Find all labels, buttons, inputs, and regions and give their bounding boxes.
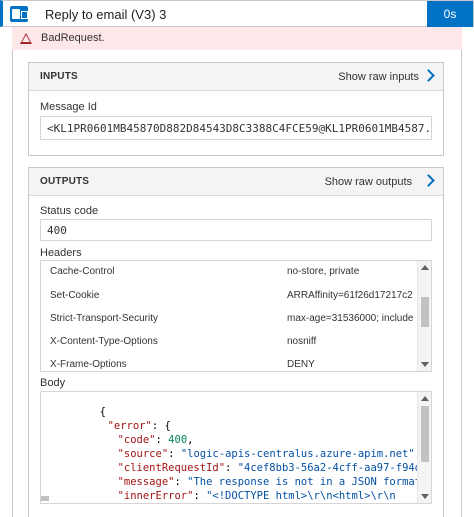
body-code: { "error": { "code": 400, "source": "log… [41,392,417,503]
chevron-right-icon[interactable] [422,174,435,187]
show-raw-inputs-link[interactable]: Show raw inputs [338,71,419,83]
scroll-up-icon[interactable] [421,396,429,401]
scroll-thumb[interactable] [421,297,429,327]
outputs-card: OUTPUTS Show raw outputs Status code 400… [28,167,444,517]
chevron-right-icon[interactable] [422,69,435,82]
duration-badge: 0s [427,1,473,27]
scroll-down-icon[interactable] [421,362,429,367]
action-header[interactable]: Reply to email (V3) 3 0s [0,0,474,27]
headers-label: Headers [40,247,82,259]
scroll-up-icon[interactable] [421,265,429,270]
scroll-thumb[interactable] [41,496,49,501]
header-key: Cache-Control [50,266,115,277]
body-scrollbar[interactable] [417,392,431,503]
header-key: X-Frame-Options [50,359,127,370]
body-code-view[interactable]: { "error": { "code": 400, "source": "log… [40,391,432,504]
message-id-label: Message Id [40,101,97,113]
header-value: ARRAffinity=61f26d17217c29... [287,290,413,301]
table-row: Cache-Control no-store, private [41,261,417,284]
header-key: X-Content-Type-Options [50,336,158,347]
headers-table[interactable]: Cache-Control no-store, private Set-Cook… [40,260,432,372]
body-horizontal-scrollbar[interactable] [41,493,417,503]
status-code-label: Status code [40,205,99,217]
outlook-icon [10,6,28,22]
message-id-field[interactable]: <KL1PR0601MB45870D882D84543D8C3388C4FCE5… [40,116,432,140]
inputs-title: INPUTS [40,71,78,82]
warning-icon [20,33,32,44]
inputs-card: INPUTS Show raw inputs Message Id <KL1PR… [28,62,444,156]
action-title: Reply to email (V3) 3 [45,7,167,22]
table-row: Strict-Transport-Security max-age=315360… [41,308,417,331]
scroll-thumb[interactable] [421,406,429,462]
inputs-header: INPUTS Show raw inputs [29,63,443,91]
message-id-value: <KL1PR0601MB45870D882D84543D8C3388C4FCE5… [47,122,432,135]
panel-border-left [12,50,13,517]
header-value: nosniff [287,336,317,347]
panel-border-right [461,50,462,517]
scroll-down-icon[interactable] [421,494,429,499]
outputs-header: OUTPUTS Show raw outputs [29,168,443,196]
header-key: Set-Cookie [50,290,100,301]
table-row: Set-Cookie ARRAffinity=61f26d17217c29... [41,285,417,308]
header-value: max-age=31536000; includeS... [287,313,413,324]
header-value: DENY [287,359,315,370]
show-raw-outputs-link[interactable]: Show raw outputs [325,176,412,188]
error-message: BadRequest. [41,32,105,44]
header-value: no-store, private [287,266,360,277]
headers-scrollbar[interactable] [417,261,431,371]
status-code-field[interactable]: 400 [40,219,432,241]
body-label: Body [40,377,66,389]
table-row: X-Content-Type-Options nosniff [41,331,417,354]
error-banner: BadRequest. [12,27,462,50]
table-row: X-Frame-Options DENY [41,354,417,371]
outputs-title: OUTPUTS [40,176,90,187]
status-code-value: 400 [47,224,67,237]
header-key: Strict-Transport-Security [50,313,158,324]
